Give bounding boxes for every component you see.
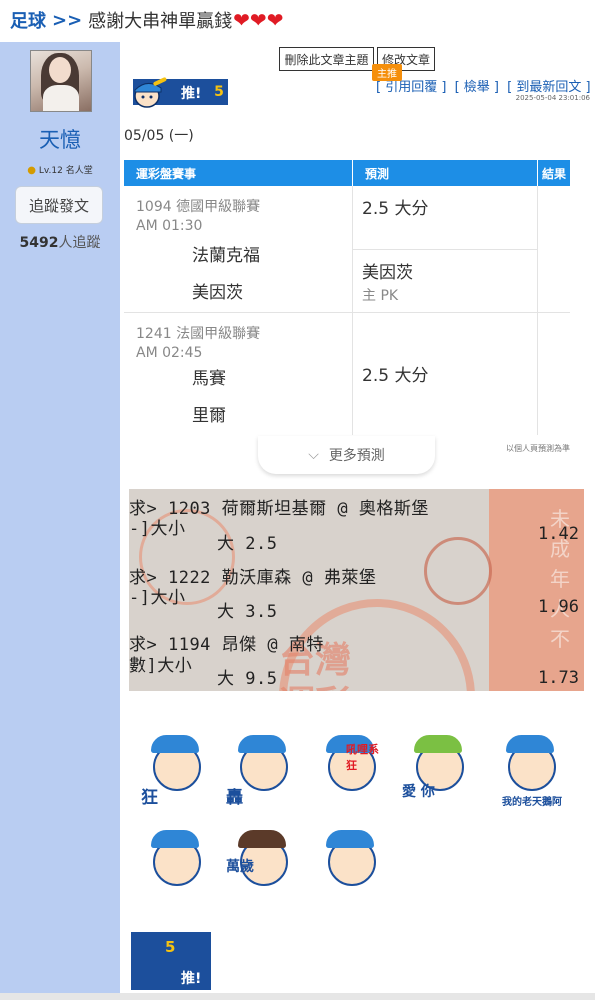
avatar[interactable]	[30, 50, 92, 112]
betting-ticket-photo: 台灣 運彩 未成年人不 求> 1203 荷爾斯坦基爾 @ 奧格斯堡 -]大小 大…	[129, 489, 584, 691]
sticker-girl-icon[interactable]: 愛 你	[398, 725, 478, 805]
page-title-bar: 足球 >> 感謝大串神單贏錢 ❤❤❤	[0, 0, 595, 40]
author-name[interactable]: 天憶	[0, 124, 120, 154]
delete-topic-button[interactable]: 刪除此文章主題	[279, 47, 374, 71]
sticker-grid: 狂 轟 吼哩系 狂 愛 你 我的老天鵝阿 萬歲	[130, 720, 585, 920]
push-label: 推!	[181, 971, 202, 987]
ticket-odds: 1.73	[538, 668, 579, 688]
medal-icon: ●	[27, 165, 37, 176]
follow-button[interactable]: 追蹤發文	[15, 186, 103, 224]
push-label: 推!	[181, 86, 202, 102]
push-box[interactable]: 5 推!	[131, 932, 211, 990]
chevron-down-icon: ⌵	[308, 447, 319, 463]
push-button[interactable]: 推! 5	[133, 77, 228, 108]
ticket-pick: 大 2.5	[217, 534, 278, 554]
game-cell: 1241 法國甲級聯賽 AM 02:45 馬賽 里爾	[124, 313, 353, 435]
sticker-girl-icon[interactable]: 萬歲	[222, 820, 302, 900]
ticket-type: -]大小	[129, 519, 186, 539]
column-header: 結果	[542, 166, 567, 181]
prediction-cell: 2.5 大分 美因茨 主 PK	[353, 186, 538, 312]
sticker-mascot-icon[interactable]: 轟	[222, 725, 302, 808]
post-date: 05/05 (一)	[124, 128, 194, 144]
prediction-text: 2.5 大分	[362, 199, 429, 219]
follower-count: 5492人追蹤	[19, 235, 101, 251]
game-time: AM 02:45	[136, 345, 203, 361]
table-header: 運彩盤賽事 預測 結果	[124, 160, 570, 186]
disclaimer-text: 以個人頁預測為準	[506, 444, 570, 453]
push-count: 5	[165, 938, 176, 956]
game-cell: 1094 德國甲級聯賽 AM 01:30 法蘭克福 美因茨	[124, 186, 353, 312]
home-team: 馬賽	[192, 369, 226, 389]
column-header: 預測	[353, 160, 538, 186]
watermark-text-2: 運彩	[279, 675, 351, 691]
sticker-mascot-icon[interactable]	[310, 820, 390, 900]
push-count: 5	[211, 81, 227, 103]
ticket-type: -]大小	[129, 588, 186, 608]
prediction-cell: 2.5 大分	[353, 313, 538, 435]
ticket-type: 數]大小	[129, 656, 193, 676]
ticket-match: 荷爾斯坦基爾 @ 奧格斯堡	[221, 499, 429, 519]
column-header: 運彩盤賽事	[124, 160, 353, 186]
prediction-item: 美因茨 主 PK	[353, 250, 537, 312]
top-pick-badge: 主推	[372, 64, 402, 81]
more-predictions-button[interactable]: ⌵ 更多預測	[258, 436, 435, 474]
game-league: 1094 德國甲級聯賽	[136, 199, 261, 215]
prediction-item: 2.5 大分	[353, 186, 537, 250]
ticket-pick: 大 3.5	[217, 602, 278, 622]
sticker-mascot-icon[interactable]: 吼哩系 狂	[310, 725, 390, 805]
prediction-text: 美因茨	[362, 263, 413, 283]
latest-reply-link[interactable]: [ 到最新回文 ]	[507, 80, 590, 95]
result-cell	[538, 186, 570, 312]
table-row: 1241 法國甲級聯賽 AM 02:45 馬賽 里爾 2.5 大分	[124, 313, 570, 435]
heart-icons: ❤❤❤	[233, 8, 284, 32]
author-level: ● Lv.12 名人堂	[27, 165, 93, 176]
author-sidebar: 天憶 ● Lv.12 名人堂 追蹤發文 5492人追蹤	[0, 42, 120, 1000]
ticket-pick: 大 9.5	[217, 669, 278, 689]
breadcrumb-separator: >>	[52, 9, 83, 31]
report-link[interactable]: [ 檢舉 ]	[455, 80, 499, 95]
game-league: 1241 法國甲級聯賽	[136, 326, 261, 342]
post-timestamp: 2025-05-04 23:01:06	[515, 94, 590, 102]
away-team: 里爾	[192, 406, 226, 426]
sticker-mascot-icon[interactable]	[135, 820, 215, 900]
prediction-text: 2.5 大分	[362, 366, 429, 386]
sticker-mascot-icon[interactable]: 我的老天鵝阿	[490, 725, 570, 808]
page-title: 感謝大串神單贏錢	[88, 11, 233, 32]
home-team: 法蘭克福	[192, 246, 260, 266]
away-team: 美因茨	[192, 283, 243, 303]
prediction-table: 運彩盤賽事 預測 結果 1094 德國甲級聯賽 AM 01:30 法蘭克福 美因…	[124, 160, 570, 435]
category-link[interactable]: 足球	[10, 7, 46, 33]
game-time: AM 01:30	[136, 218, 203, 234]
quote-reply-link[interactable]: [ 引用回覆 ]	[376, 80, 446, 95]
sticker-mascot-icon[interactable]: 狂	[135, 725, 215, 808]
post-actions: [ 引用回覆 ] [ 檢舉 ] [ 到最新回文 ]	[376, 76, 595, 95]
prediction-subtext: 主 PK	[362, 288, 399, 304]
ticket-match: 勒沃庫森 @ 弗萊堡	[221, 568, 377, 588]
table-row: 1094 德國甲級聯賽 AM 01:30 法蘭克福 美因茨 2.5 大分 美因茨…	[124, 186, 570, 313]
baseball-mascot-icon	[134, 77, 167, 108]
result-cell	[538, 313, 570, 435]
bottom-strip	[0, 993, 595, 1000]
ticket-odds: 1.96	[538, 597, 579, 617]
ticket-match: 昂傑 @ 南特	[221, 635, 324, 655]
ticket-odds: 1.42	[538, 524, 579, 544]
